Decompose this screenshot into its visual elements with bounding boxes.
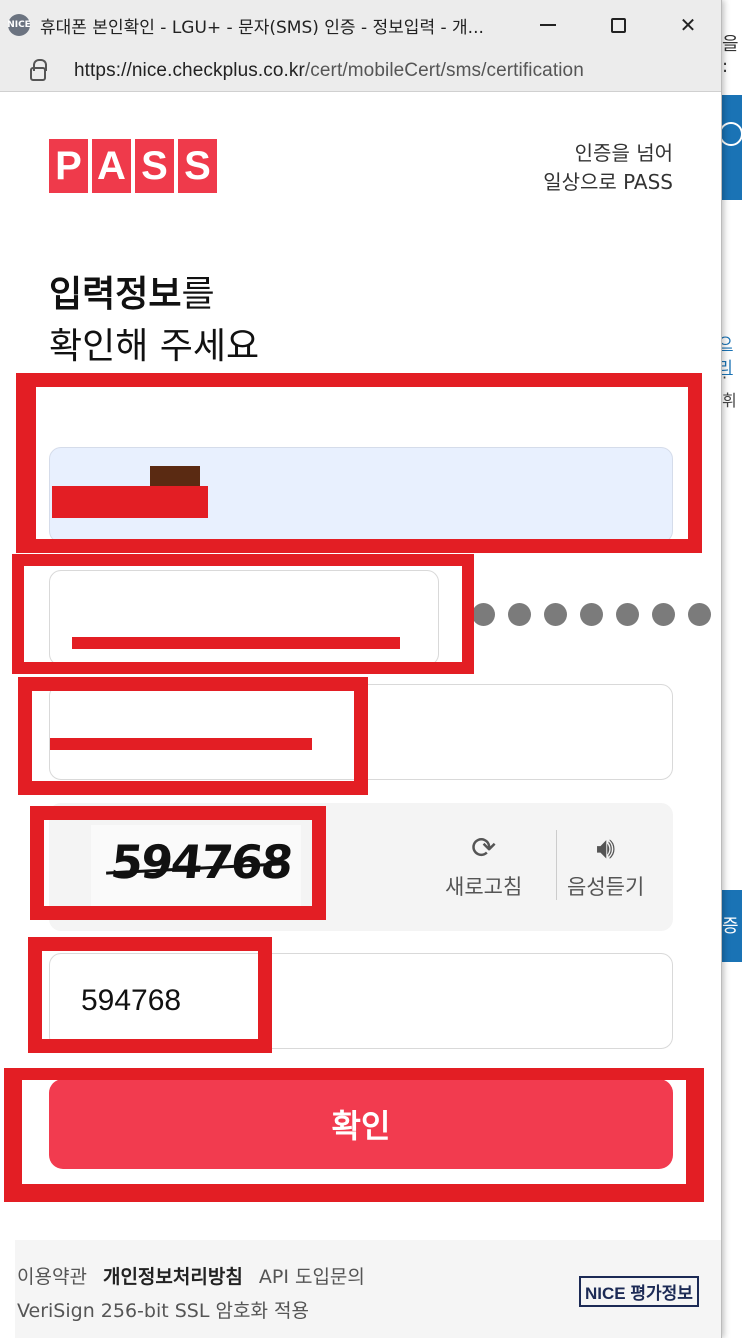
masked-id-digits: [472, 603, 711, 626]
minimize-icon: [540, 24, 556, 26]
divider: [556, 830, 557, 900]
page-heading: 입력정보를 확인해 주세요: [49, 269, 259, 373]
logo-letter: S: [178, 139, 217, 193]
mask-dot: [580, 603, 603, 626]
redaction-box: [16, 373, 702, 553]
redaction-box: [4, 1068, 704, 1202]
site-favicon-icon: NICE: [7, 14, 31, 36]
heading-line2: 확인해 주세요: [49, 326, 260, 367]
redaction-bar: [72, 637, 400, 649]
logo-letter: A: [92, 139, 131, 193]
background-button-label: 증: [722, 916, 739, 937]
redaction-bar: [50, 738, 312, 750]
heading-rest: 를: [181, 274, 215, 315]
mask-dot: [652, 603, 675, 626]
privacy-link[interactable]: 개인정보처리방침: [103, 1266, 243, 1288]
logo-letter: S: [135, 139, 174, 193]
redaction-box: [28, 937, 272, 1053]
refresh-icon: ⟳: [471, 831, 497, 866]
mask-dot: [616, 603, 639, 626]
mask-dot: [544, 603, 567, 626]
background-accent-strip: [720, 95, 742, 200]
logo-letter: P: [49, 139, 88, 193]
slogan-line: 일상으로 PASS: [543, 170, 673, 194]
mask-dot: [508, 603, 531, 626]
redaction-bar: [52, 486, 208, 518]
heading-bold: 입력정보: [49, 274, 182, 315]
nice-logo: NICE 평가정보: [579, 1276, 699, 1307]
speaker-icon: 🔊︎: [596, 831, 616, 866]
title-bar[interactable]: NICE 휴대폰 본인확인 - LGU+ - 문자(SMS) 인증 - 정보입력…: [0, 0, 721, 50]
lock-icon[interactable]: [30, 58, 47, 81]
audio-label: 음성듣기: [567, 875, 645, 899]
background-text: 을 :: [722, 34, 739, 77]
refresh-captcha-button[interactable]: ⟳ 새로고침: [445, 827, 522, 901]
terms-link[interactable]: 이용약관: [17, 1266, 87, 1288]
close-icon: ✕: [679, 13, 697, 37]
mask-dot: [688, 603, 711, 626]
slogan: 인증을 넘어 일상으로 PASS: [543, 139, 673, 197]
footer: 이용약관 개인정보처리방침 API 도입문의 VeriSign 256-bit …: [15, 1240, 721, 1338]
audio-captcha-button[interactable]: 🔊︎ 음성듣기: [567, 827, 644, 901]
mask-dot: [472, 603, 495, 626]
window-title: 휴대폰 본인확인 - LGU+ - 문자(SMS) 인증 - 정보입력 - 개.…: [40, 17, 484, 38]
pass-logo: P A S S: [49, 139, 217, 193]
minimize-button[interactable]: [520, 0, 576, 50]
redaction-box: [30, 806, 326, 920]
close-button[interactable]: ✕: [660, 0, 716, 50]
address-bar[interactable]: https://nice.checkplus.co.kr/cert/mobile…: [0, 50, 721, 92]
redaction-box: [18, 677, 368, 795]
url-text[interactable]: https://nice.checkplus.co.kr/cert/mobile…: [74, 60, 584, 82]
api-inquiry-link[interactable]: API 도입문의: [259, 1266, 365, 1288]
refresh-label: 새로고침: [445, 875, 523, 899]
maximize-icon: [610, 17, 626, 33]
maximize-button[interactable]: [590, 0, 646, 50]
footer-links: 이용약관 개인정보처리방침 API 도입문의: [17, 1262, 375, 1289]
background-check-icon: [719, 122, 742, 146]
slogan-line: 인증을 넘어: [574, 141, 673, 165]
redaction-box: [12, 554, 474, 674]
background-text: · 휘: [722, 368, 737, 410]
ssl-notice: VeriSign 256-bit SSL 암호화 적용: [17, 1300, 309, 1322]
